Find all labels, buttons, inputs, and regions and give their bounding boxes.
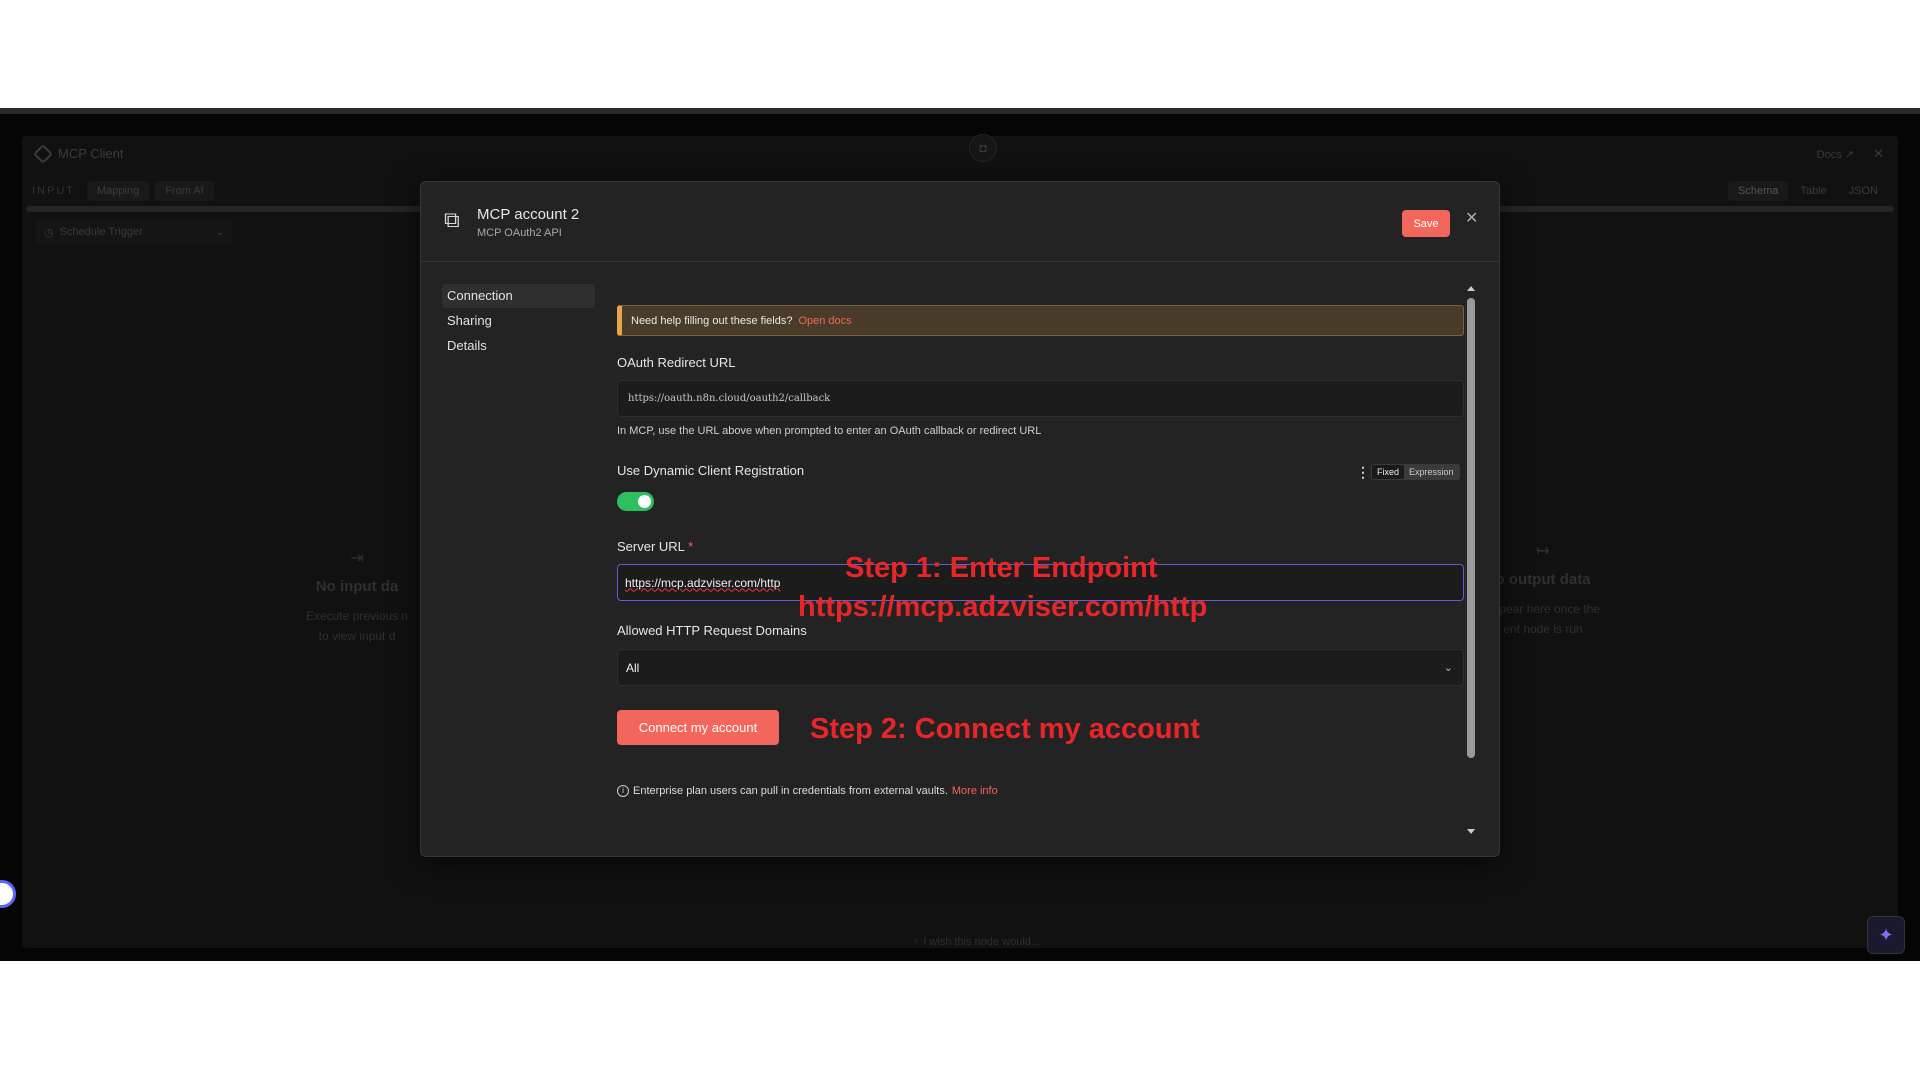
- view-tabs: Schema Table JSON: [1728, 181, 1888, 201]
- connect-account-button[interactable]: Connect my account: [617, 710, 779, 745]
- no-output-placeholder: ↦ o output data appear here once the ent…: [1486, 543, 1601, 636]
- oauth-redirect-field[interactable]: https://oauth.n8n.cloud/oauth2/callback: [617, 380, 1464, 417]
- close-icon[interactable]: ✕: [1873, 146, 1884, 162]
- trigger-select[interactable]: ◷ Schedule Trigger ⌄: [36, 220, 232, 244]
- chevron-down-icon: ⌄: [1443, 662, 1453, 674]
- allowed-domains-label: Allowed HTTP Request Domains: [617, 623, 807, 638]
- floating-circle-button[interactable]: [0, 880, 16, 908]
- sidebar-item-sharing[interactable]: Sharing: [442, 309, 595, 333]
- mcp-logo-icon: [33, 143, 53, 164]
- input-label: INPUT: [32, 185, 75, 197]
- more-options-icon[interactable]: ⋮: [1356, 464, 1370, 481]
- oauth-redirect-hint: In MCP, use the URL above when prompted …: [617, 425, 1042, 437]
- close-icon[interactable]: ✕: [1465, 208, 1478, 228]
- help-banner: Need help filling out these fields? Open…: [617, 305, 1464, 336]
- server-url-label: Server URL *: [617, 539, 694, 554]
- required-mark: *: [688, 539, 694, 554]
- toggle-knob: [638, 495, 651, 508]
- info-icon: i: [617, 785, 629, 797]
- feedback-prompt[interactable]: ♀ I wish this node would...: [912, 936, 1040, 948]
- node-title-label: MCP Client: [58, 146, 124, 161]
- dynamic-registration-toggle[interactable]: [617, 492, 654, 511]
- oauth-redirect-label: OAuth Redirect URL: [617, 355, 736, 370]
- fixed-option[interactable]: Fixed: [1372, 465, 1405, 479]
- modal-subtitle: MCP OAuth2 API: [477, 227, 562, 239]
- enterprise-note: i Enterprise plan users can pull in cred…: [617, 785, 998, 797]
- tab-mapping[interactable]: Mapping: [87, 181, 150, 201]
- step1-url-annotation: https://mcp.adzviser.com/http: [798, 591, 1208, 623]
- tab-json[interactable]: JSON: [1839, 181, 1888, 201]
- step1-annotation: Step 1: Enter Endpoint: [845, 552, 1158, 584]
- tab-schema[interactable]: Schema: [1728, 181, 1789, 201]
- docs-link[interactable]: Docs ↗: [1817, 148, 1854, 161]
- tab-from-ai[interactable]: From AI: [155, 181, 214, 201]
- arrow-in-icon: ⇥: [350, 550, 364, 567]
- input-tabs: INPUT Mapping From AI: [32, 181, 214, 201]
- expression-option[interactable]: Expression: [1404, 465, 1459, 479]
- chevron-down-icon: ⌄: [215, 226, 224, 238]
- ai-assistant-sparkle-icon[interactable]: ✦: [1867, 916, 1905, 954]
- arrow-out-icon: ↦: [1536, 543, 1550, 560]
- modal-header: ⧉ MCP account 2 MCP OAuth2 API Save ✕: [421, 182, 1499, 262]
- tab-table[interactable]: Table: [1790, 181, 1836, 201]
- modal-title[interactable]: MCP account 2: [477, 206, 579, 223]
- scroll-up-arrow-icon[interactable]: [1467, 286, 1475, 291]
- top-strip: [0, 108, 1920, 114]
- sidebar-item-details[interactable]: Details: [442, 334, 595, 358]
- node-title: MCP Client: [33, 143, 124, 164]
- dynamic-registration-label: Use Dynamic Client Registration: [617, 463, 805, 478]
- scroll-down-arrow-icon[interactable]: [1467, 829, 1475, 834]
- scrollbar[interactable]: [1465, 284, 1477, 836]
- bot-icon[interactable]: ◘: [969, 134, 997, 162]
- modal-sidebar: Connection Sharing Details: [442, 284, 595, 359]
- save-button[interactable]: Save: [1402, 210, 1450, 237]
- lightbulb-icon: ♀: [912, 936, 921, 948]
- no-input-placeholder: ⇥ No input da Execute previous n to view…: [306, 550, 409, 643]
- open-docs-link[interactable]: Open docs: [798, 315, 851, 327]
- more-info-link[interactable]: More info: [952, 785, 998, 797]
- mcp-logo-icon: ⧉: [444, 207, 460, 232]
- clock-icon: ◷: [44, 226, 54, 239]
- scrollbar-thumb[interactable]: [1467, 298, 1475, 758]
- sidebar-item-connection[interactable]: Connection: [442, 284, 595, 308]
- credential-modal: ⧉ MCP account 2 MCP OAuth2 API Save ✕ Co…: [420, 181, 1500, 857]
- allowed-domains-select[interactable]: All ⌄: [617, 649, 1464, 686]
- step2-annotation: Step 2: Connect my account: [810, 713, 1200, 745]
- fixed-expression-toggle[interactable]: Fixed Expression: [1371, 464, 1460, 480]
